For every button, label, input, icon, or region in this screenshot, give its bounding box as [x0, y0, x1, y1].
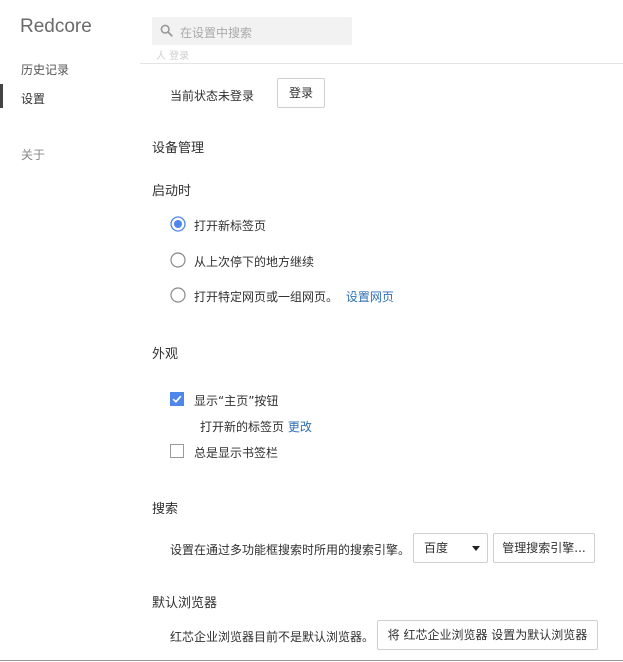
search-engine-select[interactable]: 百度: [413, 533, 488, 563]
change-home-link[interactable]: 更改: [288, 420, 312, 434]
search-input[interactable]: 在设置中搜索: [152, 17, 352, 45]
show-bookmarks-checkbox[interactable]: [170, 444, 184, 458]
set-default-browser-button[interactable]: 将 红芯企业浏览器 设置为默认浏览器: [377, 620, 598, 650]
startup-radio-continue[interactable]: [170, 252, 186, 268]
search-icon: [160, 24, 173, 40]
startup-option-text: 打开特定网页或一组网页。: [194, 290, 339, 304]
set-pages-link[interactable]: 设置网页: [346, 290, 394, 304]
startup-section-title: 启动时: [152, 184, 192, 199]
startup-radio-specific-pages[interactable]: [170, 287, 186, 303]
search-placeholder: 在设置中搜索: [180, 26, 253, 40]
startup-option-label: 打开特定网页或一组网页。 设置网页: [194, 288, 394, 305]
home-page-value: 打开新的标签页: [200, 420, 285, 434]
app-brand: Redcore: [20, 16, 92, 37]
default-browser-section-title: 默认浏览器: [152, 596, 218, 611]
login-status-text: 当前状态未登录: [170, 89, 255, 103]
scrolled-header-ghost: 人 登录: [156, 51, 190, 62]
show-home-checkbox[interactable]: [170, 392, 184, 406]
show-bookmarks-label: 总是显示书签栏: [194, 446, 279, 460]
sidebar-item-history[interactable]: 历史记录: [21, 61, 69, 78]
dropdown-arrow-icon: [472, 546, 480, 551]
device-management-title[interactable]: 设备管理: [152, 137, 204, 156]
startup-radio-new-tab[interactable]: [170, 216, 186, 232]
home-page-subtext: 打开新的标签页 更改: [200, 418, 312, 435]
sidebar-item-settings[interactable]: 设置: [21, 90, 45, 107]
startup-option-label: 打开新标签页: [194, 219, 267, 233]
login-button[interactable]: 登录: [277, 78, 325, 108]
search-engine-description: 设置在通过多功能框搜索时所用的搜索引擎。: [170, 543, 411, 557]
sidebar-active-indicator: [0, 84, 3, 108]
header-divider: [140, 63, 623, 64]
appearance-section-title: 外观: [152, 347, 179, 362]
manage-search-engines-button[interactable]: 管理搜索引擎...: [493, 533, 595, 563]
window-bottom-border: [0, 660, 623, 661]
default-browser-status: 红芯企业浏览器目前不是默认浏览器。: [170, 630, 375, 644]
startup-option-label: 从上次停下的地方继续: [194, 255, 315, 269]
show-home-label: 显示“主页”按钮: [194, 394, 279, 408]
search-engine-value: 百度: [424, 541, 449, 555]
sidebar-item-about[interactable]: 关于: [21, 146, 45, 163]
search-section-title: 搜索: [152, 502, 179, 517]
